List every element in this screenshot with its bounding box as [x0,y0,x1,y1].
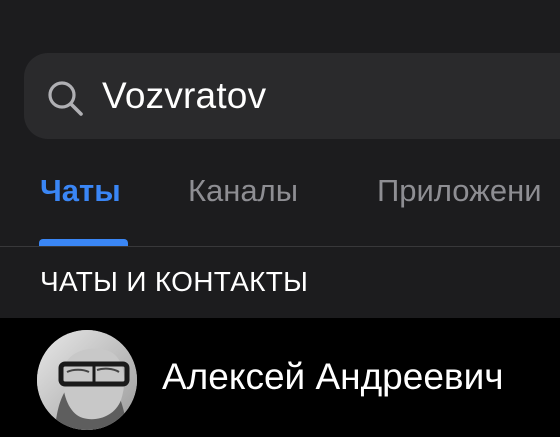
user-avatar-photo [37,330,137,430]
list-item[interactable]: Алексей Андреевич [0,318,560,437]
search-input-value[interactable]: Vozvratov [102,75,266,117]
tab-channels[interactable]: Каналы [188,173,298,209]
search-icon [48,81,83,116]
search-field[interactable]: Vozvratov [24,53,560,139]
tab-chats[interactable]: Чаты [40,173,121,209]
search-screen: Vozvratov Чаты Каналы Приложени ЧАТЫ И К… [0,0,560,437]
tab-apps[interactable]: Приложени [377,173,542,209]
avatar [37,330,137,430]
section-title: ЧАТЫ И КОНТАКТЫ [40,266,309,297]
contact-name: Алексей Андреевич [162,356,504,397]
tabs-divider [0,246,560,247]
tab-bar: Чаты Каналы Приложени [0,165,560,247]
